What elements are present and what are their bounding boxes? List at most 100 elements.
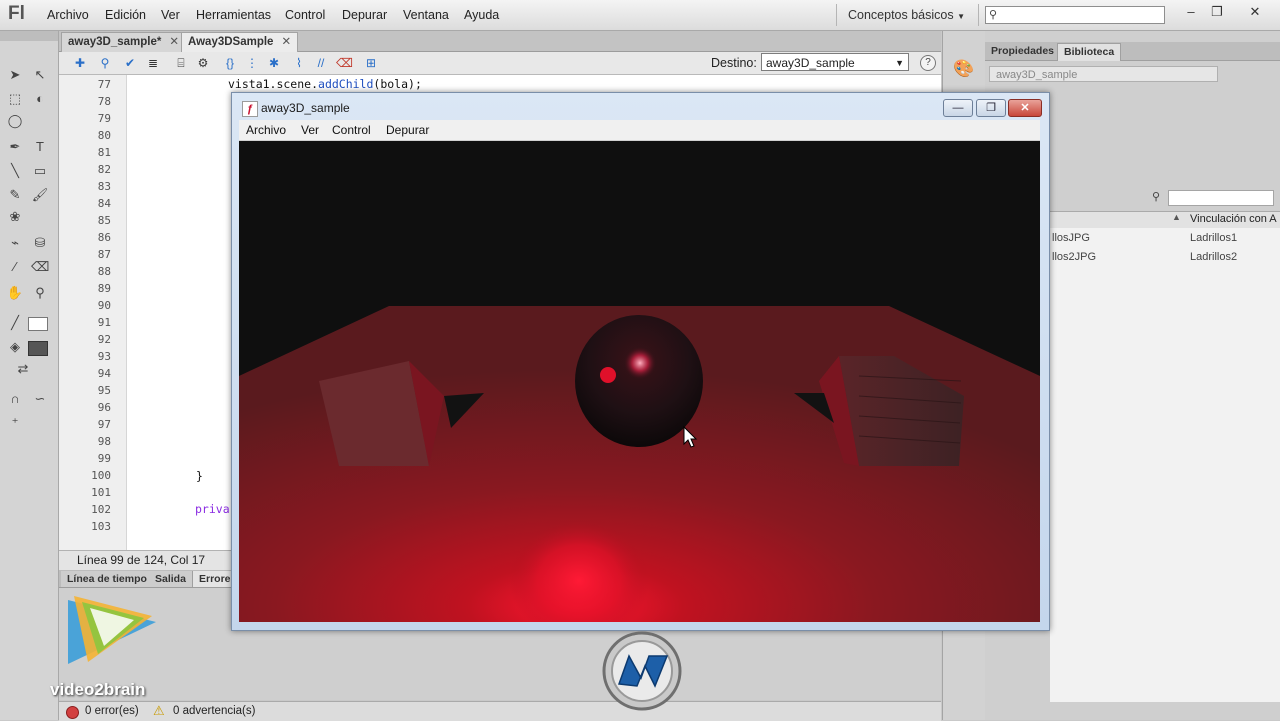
find-icon[interactable]: ⚲ xyxy=(97,55,113,71)
paint-bucket-tool-icon[interactable]: ⛁ xyxy=(31,235,49,251)
line-number: 83 xyxy=(97,180,111,193)
target-value: away3D_sample xyxy=(766,56,855,70)
tab-properties[interactable]: Propiedades xyxy=(985,43,1060,60)
eyedropper-tool-icon[interactable]: ⁄ xyxy=(6,259,24,275)
library-item-name[interactable]: llosJPG xyxy=(1052,232,1090,244)
3d-rotation-tool-icon[interactable]: ◐ xyxy=(31,91,49,107)
check-syntax-icon[interactable]: ✔ xyxy=(122,55,138,71)
hand-tool-icon[interactable]: ✋ xyxy=(6,285,24,301)
line-number: 85 xyxy=(97,214,111,227)
library-item-name[interactable]: llos2JPG xyxy=(1052,251,1096,263)
apply-line-comment-icon[interactable]: // xyxy=(313,55,329,71)
line-tool-icon[interactable]: ╲ xyxy=(6,163,24,179)
line-number: 98 xyxy=(97,435,111,448)
3d-scene-stage[interactable] xyxy=(239,141,1040,622)
menu-ayuda[interactable]: Ayuda xyxy=(464,8,499,22)
line-number: 87 xyxy=(97,248,111,261)
straighten-icon[interactable]: ⁺ xyxy=(6,415,24,431)
tab-timeline[interactable]: Línea de tiempo xyxy=(61,571,154,587)
close-icon[interactable]: ✕ xyxy=(169,36,179,48)
line-number: 91 xyxy=(97,316,111,329)
free-transform-tool-icon[interactable]: ⬚ xyxy=(6,91,24,107)
swap-colors-icon[interactable]: ⇄ xyxy=(14,361,32,377)
3d-scene xyxy=(239,141,1040,622)
swf-preview-window[interactable]: ƒ away3D_sample — ❐ ✕ Archivo Ver Contro… xyxy=(231,92,1050,631)
target-dropdown[interactable]: away3D_sample ▼ xyxy=(761,53,909,71)
target-label: Destino: xyxy=(711,56,757,70)
workspace-label: Conceptos básicos xyxy=(848,8,954,22)
player-menu-control[interactable]: Control xyxy=(332,123,371,137)
close-button[interactable]: ✕ xyxy=(1244,2,1266,22)
player-menu-depurar[interactable]: Depurar xyxy=(386,123,429,137)
line-number: 101 xyxy=(91,486,111,499)
expand-all-icon[interactable]: ✱ xyxy=(266,55,282,71)
zoom-tool-icon[interactable]: ⚲ xyxy=(31,285,49,301)
linkage-column-label[interactable]: Vinculación con A xyxy=(1190,213,1277,225)
rectangle-tool-icon[interactable]: ▭ xyxy=(31,163,49,179)
library-document-select[interactable]: away3D_sample xyxy=(989,66,1218,82)
stroke-color-icon[interactable]: ╱ xyxy=(6,315,24,331)
line-number: 93 xyxy=(97,350,111,363)
workspace-switcher[interactable]: Conceptos básicos ▼ xyxy=(848,8,965,22)
menu-depurar[interactable]: Depurar xyxy=(342,8,387,22)
smooth-icon[interactable]: ∽ xyxy=(31,391,49,407)
fill-color-icon[interactable]: ◈ xyxy=(6,339,24,355)
minimize-button[interactable]: – xyxy=(1180,2,1202,22)
tab-library[interactable]: Biblioteca xyxy=(1057,43,1122,61)
tab-away3dsample[interactable]: Away3DSample ✕ xyxy=(181,32,299,52)
lasso-tool-icon[interactable]: ◯ xyxy=(6,113,24,129)
code-line-100: } xyxy=(196,469,203,483)
collapse-between-braces-icon[interactable]: {} xyxy=(222,55,238,71)
add-statement-icon[interactable]: ✚ xyxy=(72,55,88,71)
close-icon[interactable]: ✕ xyxy=(281,36,291,48)
window-title: away3D_sample xyxy=(261,101,350,115)
menu-control[interactable]: Control xyxy=(285,8,325,22)
snap-magnet-icon[interactable]: ∩ xyxy=(6,391,24,407)
player-menu-archivo[interactable]: Archivo xyxy=(246,123,286,137)
brush-tool-icon[interactable]: 🖌 xyxy=(31,187,49,203)
video2brain-logo xyxy=(64,592,160,671)
tab-output[interactable]: Salida xyxy=(149,571,193,587)
divider xyxy=(836,4,837,26)
menu-ver[interactable]: Ver xyxy=(161,8,180,22)
code-hint-icon[interactable]: ⌸ xyxy=(173,55,189,71)
maximize-button[interactable]: ❐ xyxy=(976,99,1006,117)
flash-logo: Fl xyxy=(8,3,25,24)
code-line-77: vista1.scene.addChild(bola); xyxy=(228,77,422,91)
deco-tool-icon[interactable]: ❀ xyxy=(6,209,24,225)
menu-archivo[interactable]: Archivo xyxy=(47,8,89,22)
text-tool-icon[interactable]: T xyxy=(31,139,49,155)
code-line-102: priva xyxy=(195,502,230,516)
sort-asc-icon[interactable]: ▲ xyxy=(1172,212,1181,222)
subselection-tool-icon[interactable]: ↖ xyxy=(31,67,49,83)
selection-tool-icon[interactable]: ➤ xyxy=(6,67,24,83)
help-icon[interactable]: ? xyxy=(920,55,936,71)
menu-ventana[interactable]: Ventana xyxy=(403,8,449,22)
error-icon xyxy=(66,706,79,719)
close-button[interactable]: ✕ xyxy=(1008,99,1042,117)
flash-player-icon: ƒ xyxy=(242,101,258,117)
show-hide-toolbox-icon[interactable]: ⊞ xyxy=(363,55,379,71)
remove-comment-icon[interactable]: ⌫ xyxy=(336,55,353,71)
warning-icon: ⚠ xyxy=(153,703,165,718)
eraser-tool-icon[interactable]: ⌫ xyxy=(31,259,49,275)
pencil-tool-icon[interactable]: ✎ xyxy=(6,187,24,203)
library-select-value: away3D_sample xyxy=(996,69,1078,81)
debug-options-icon[interactable]: ⚙ xyxy=(195,55,211,71)
help-search-input[interactable]: ⚲ xyxy=(985,6,1165,24)
apply-block-comment-icon[interactable]: ⌇ xyxy=(291,55,307,71)
minimize-button[interactable]: — xyxy=(943,99,973,117)
auto-format-icon[interactable]: ≣ xyxy=(145,55,161,71)
pen-tool-icon[interactable]: ✒ xyxy=(6,139,24,155)
menu-herramientas[interactable]: Herramientas xyxy=(196,8,271,22)
library-search-input[interactable] xyxy=(1168,190,1274,206)
maximize-button[interactable]: ❐ xyxy=(1206,2,1228,22)
menu-edicion[interactable]: Edición xyxy=(105,8,146,22)
fill-color-swatch[interactable] xyxy=(28,341,48,356)
bone-tool-icon[interactable]: ⌁ xyxy=(6,235,24,251)
tab-away3d-sample[interactable]: away3D_sample* ✕ xyxy=(61,32,186,52)
collapse-selection-icon[interactable]: ⋮ xyxy=(244,55,260,71)
color-palette-icon[interactable]: 🎨 xyxy=(953,59,974,79)
stroke-color-swatch[interactable] xyxy=(28,317,48,331)
player-menu-ver[interactable]: Ver xyxy=(301,123,319,137)
